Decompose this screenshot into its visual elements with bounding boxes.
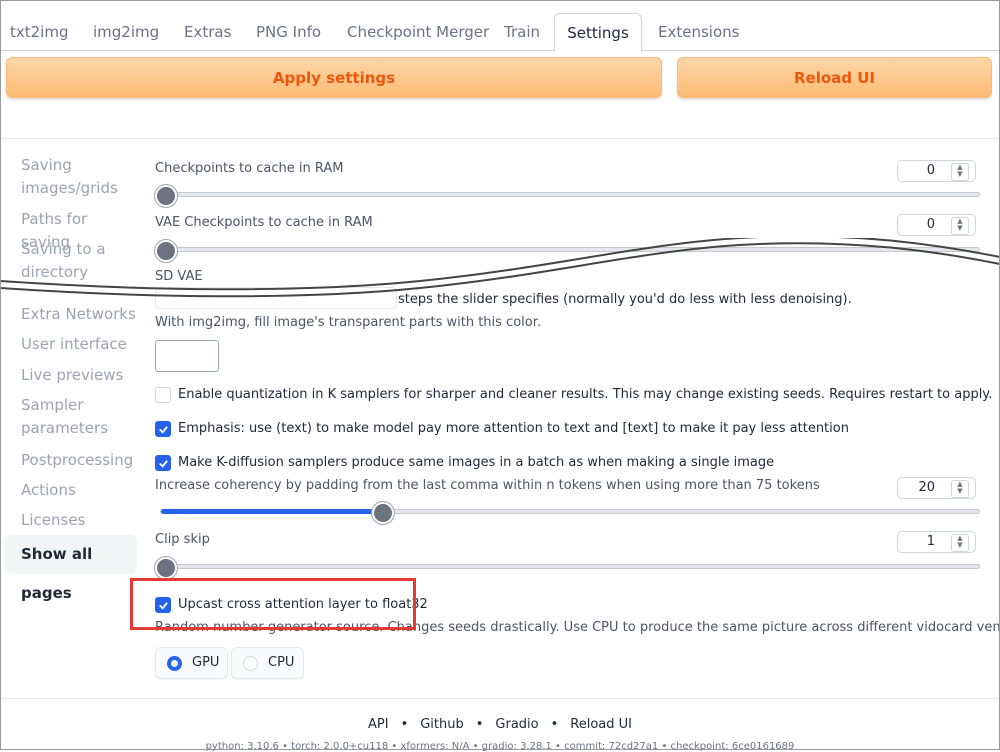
rng-option-cpu-label: CPU bbox=[268, 655, 295, 670]
checkpoints-cache-slider-handle[interactable] bbox=[155, 185, 177, 207]
comma-padding-slider[interactable] bbox=[160, 509, 980, 514]
page-break-wave bbox=[0, 238, 1000, 298]
rng-option-cpu[interactable]: CPU bbox=[231, 647, 304, 679]
tab-extensions[interactable]: Extensions bbox=[658, 13, 739, 50]
tab-img2img[interactable]: img2img bbox=[93, 13, 159, 50]
checkpoints-cache-value: 0 bbox=[926, 163, 935, 178]
number-spinner-icon[interactable]: ▲ ▼ bbox=[951, 480, 969, 498]
emphasis-label: Emphasis: use (text) to make model pay m… bbox=[178, 421, 849, 436]
quantization-label: Enable quantization in K samplers for sh… bbox=[178, 387, 993, 402]
comma-padding-label: Increase coherency by padding from the l… bbox=[155, 478, 820, 493]
img2img-fill-label: With img2img, fill image's transparent p… bbox=[155, 315, 542, 330]
vae-cache-input[interactable]: 0 ▲ ▼ bbox=[897, 214, 976, 236]
comma-padding-input[interactable]: 20 ▲ ▼ bbox=[897, 477, 976, 499]
reload-ui-button[interactable]: Reload UI bbox=[677, 57, 992, 98]
tab-settings[interactable]: Settings bbox=[554, 13, 642, 52]
k-diffusion-batch-checkbox[interactable] bbox=[155, 455, 171, 471]
sidebar-item-saving-images[interactable]: Saving images/grids bbox=[5, 154, 125, 200]
tab-checkpoint-merger[interactable]: Checkpoint Merger bbox=[347, 13, 489, 50]
clip-skip-slider[interactable] bbox=[160, 564, 980, 569]
header-divider bbox=[0, 138, 1000, 139]
sidebar-item-postprocessing[interactable]: Postprocessing bbox=[5, 449, 137, 472]
clip-skip-value: 1 bbox=[926, 534, 935, 549]
tab-txt2img[interactable]: txt2img bbox=[10, 13, 68, 50]
checkpoints-cache-slider[interactable] bbox=[160, 192, 980, 197]
number-spinner-icon[interactable]: ▲ ▼ bbox=[951, 163, 969, 181]
checkpoints-cache-input[interactable]: 0 ▲ ▼ bbox=[897, 160, 976, 182]
comma-padding-value: 20 bbox=[918, 480, 935, 495]
sidebar-item-actions[interactable]: Actions bbox=[5, 479, 137, 502]
comma-padding-slider-fill bbox=[161, 509, 383, 514]
footer-version-info: python: 3.10.6 • torch: 2.0.0+cu118 • xf… bbox=[205, 741, 795, 752]
sidebar-item-show-all-pages[interactable]: Show all pages bbox=[5, 535, 137, 602]
rng-option-gpu[interactable]: GPU bbox=[155, 647, 228, 679]
vae-cache-value: 0 bbox=[926, 217, 935, 232]
tab-png-info[interactable]: PNG Info bbox=[256, 13, 321, 50]
sidebar-item-live-previews[interactable]: Live previews bbox=[5, 364, 137, 387]
clip-skip-slider-handle[interactable] bbox=[155, 557, 177, 579]
footer-links: API • Github • Gradio • Reload UI bbox=[367, 717, 633, 732]
checkmark-icon bbox=[159, 460, 168, 468]
number-spinner-icon[interactable]: ▲ ▼ bbox=[951, 534, 969, 552]
footer-link-api[interactable]: API bbox=[368, 717, 389, 732]
sidebar-item-licenses[interactable]: Licenses bbox=[5, 509, 137, 532]
vae-cache-label: VAE Checkpoints to cache in RAM bbox=[155, 215, 373, 230]
apply-settings-button[interactable]: Apply settings bbox=[6, 57, 662, 98]
sidebar-item-user-interface[interactable]: User interface bbox=[5, 333, 137, 356]
checkpoints-cache-label: Checkpoints to cache in RAM bbox=[155, 161, 344, 176]
number-spinner-icon[interactable]: ▲ ▼ bbox=[951, 217, 969, 235]
radio-selected-icon bbox=[167, 656, 182, 671]
fill-color-picker[interactable] bbox=[155, 340, 219, 372]
footer-divider bbox=[0, 698, 1000, 699]
rng-option-gpu-label: GPU bbox=[192, 655, 220, 670]
footer-link-reload-ui[interactable]: Reload UI bbox=[570, 717, 632, 732]
comma-padding-slider-handle[interactable] bbox=[372, 502, 394, 524]
tab-train[interactable]: Train bbox=[504, 13, 540, 50]
checkmark-icon bbox=[159, 426, 168, 434]
tab-bar: txt2img img2img Extras PNG Info Checkpoi… bbox=[0, 13, 1000, 52]
radio-unselected-icon bbox=[243, 656, 258, 671]
footer-link-github[interactable]: Github bbox=[420, 717, 464, 732]
tab-bar-divider bbox=[0, 50, 1000, 51]
clip-skip-label: Clip skip bbox=[155, 532, 210, 547]
quantization-checkbox[interactable] bbox=[155, 387, 171, 403]
footer-link-gradio[interactable]: Gradio bbox=[495, 717, 538, 732]
tab-extras[interactable]: Extras bbox=[184, 13, 231, 50]
clip-skip-input[interactable]: 1 ▲ ▼ bbox=[897, 531, 976, 553]
k-diffusion-batch-label: Make K-diffusion samplers produce same i… bbox=[178, 455, 775, 470]
sidebar-item-sampler-parameters[interactable]: Sampler parameters bbox=[5, 394, 108, 440]
emphasis-checkbox[interactable] bbox=[155, 421, 171, 437]
annotation-highlight-box bbox=[130, 578, 416, 630]
